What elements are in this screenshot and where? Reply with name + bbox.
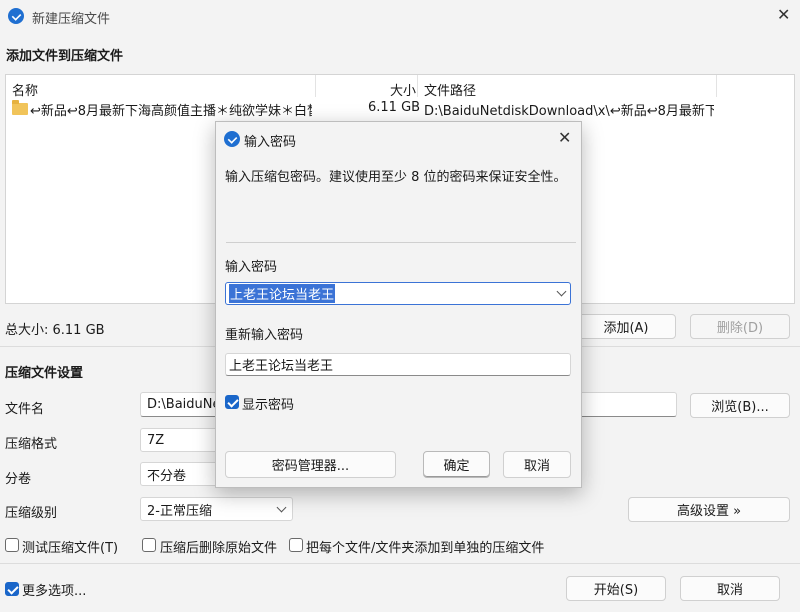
advanced-settings-button[interactable]: 高级设置 » [628, 497, 790, 522]
cancel-button[interactable]: 取消 [680, 576, 780, 601]
reenter-password-input[interactable]: 上老王论坛当老王 [225, 353, 571, 376]
test-archive-checkbox[interactable] [5, 538, 19, 552]
close-window-icon[interactable]: ✕ [777, 5, 790, 24]
settings-heading: 压缩文件设置 [5, 366, 84, 381]
total-size: 总大小: 6.11 GB [5, 323, 105, 338]
row-size: 6.11 GB [368, 100, 421, 115]
password-manager-button[interactable]: 密码管理器... [225, 451, 396, 478]
level-select[interactable]: 2-正常压缩 [140, 497, 293, 521]
dialog-close-icon[interactable]: ✕ [558, 128, 571, 147]
split-select[interactable]: 不分卷 [140, 462, 220, 486]
row-path: D:\BaiduNetdiskDownload\x\↩新品↩8月最新下... [424, 104, 714, 119]
dialog-logo-icon [224, 131, 240, 147]
password-label: 输入密码 [225, 260, 278, 275]
format-label: 压缩格式 [5, 437, 58, 452]
dialog-title: 输入密码 [244, 135, 297, 150]
password-input[interactable]: 上老王论坛当老王 [225, 282, 571, 305]
table-row[interactable]: ↩新品↩8月最新下海高颜值主播＊纯欲学妹＊白皙... 6.11 GB D:\Ba… [6, 97, 794, 119]
separate-archives-checkbox[interactable] [289, 538, 303, 552]
reenter-label: 重新输入密码 [225, 328, 304, 343]
chevron-down-icon [276, 502, 287, 513]
dialog-description: 输入压缩包密码。建议使用至少 8 位的密码来保证安全性。 [225, 170, 567, 185]
folder-icon [12, 100, 28, 115]
format-select[interactable]: 7Z [140, 428, 220, 452]
test-archive-label[interactable]: 测试压缩文件(T) [22, 537, 118, 556]
dialog-cancel-button[interactable]: 取消 [503, 451, 571, 478]
window-title: 新建压缩文件 [32, 12, 111, 27]
ok-button[interactable]: 确定 [423, 451, 490, 478]
add-button[interactable]: 添加(A) [576, 314, 676, 339]
password-dialog: 输入密码 ✕ 输入压缩包密码。建议使用至少 8 位的密码来保证安全性。 输入密码… [215, 121, 582, 488]
level-value: 2-正常压缩 [147, 503, 212, 519]
browse-button[interactable]: 浏览(B)... [690, 393, 790, 418]
more-options-label[interactable]: 更多选项... [22, 580, 86, 599]
split-label: 分卷 [5, 472, 32, 487]
title-bar: 新建压缩文件 ✕ [0, 0, 800, 32]
row-name: ↩新品↩8月最新下海高颜值主播＊纯欲学妹＊白皙... [30, 104, 312, 119]
separate-archives-label[interactable]: 把每个文件/文件夹添加到单独的压缩文件 [306, 537, 544, 556]
delete-after-label[interactable]: 压缩后删除原始文件 [160, 537, 277, 556]
password-value: 上老王论坛当老王 [229, 284, 336, 303]
level-label: 压缩级别 [5, 506, 58, 521]
delete-after-checkbox[interactable] [142, 538, 156, 552]
delete-button[interactable]: 删除(D) [690, 314, 790, 339]
more-options-checkbox[interactable] [5, 582, 19, 596]
start-button[interactable]: 开始(S) [566, 576, 666, 601]
show-password-checkbox[interactable] [225, 395, 239, 409]
files-heading: 添加文件到压缩文件 [6, 49, 124, 64]
filename-label: 文件名 [5, 402, 45, 417]
app-logo-icon [8, 8, 24, 24]
chevron-down-icon[interactable] [556, 286, 567, 297]
show-password-label[interactable]: 显示密码 [242, 394, 294, 413]
